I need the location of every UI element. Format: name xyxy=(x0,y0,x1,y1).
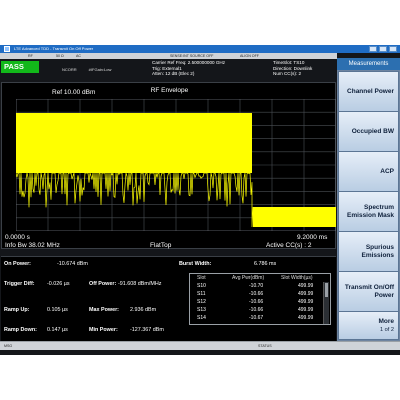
col-slot: Slot xyxy=(197,275,206,281)
spurious-emissions-softkey[interactable]: Spurious Emissions xyxy=(338,231,399,272)
min-power-value: -127.367 dBm xyxy=(130,327,164,333)
timeslot-info: TimeSlot: TS10 Direction: Downlink Num C… xyxy=(273,60,312,77)
acp-softkey[interactable]: ACP xyxy=(338,151,399,192)
trigger-diff-label: Trigger Diff: xyxy=(4,281,35,287)
maximize-icon[interactable] xyxy=(379,46,387,52)
status-impedance: 50 Ω xyxy=(56,54,64,58)
close-icon[interactable] xyxy=(389,46,397,52)
col-avg-pwr: Avg Pwr(dBm) xyxy=(232,275,265,281)
status-coupling: AC xyxy=(76,54,81,58)
input-status-line: RF 50 Ω AC SENSE:INT SOURCE OFF ALIGN OF… xyxy=(0,53,337,59)
channel-power-softkey[interactable]: Channel Power xyxy=(338,71,399,112)
spectrum-emission-mask-softkey[interactable]: Spectrum Emission Mask xyxy=(338,191,399,232)
ramp-down-value: 0.147 µs xyxy=(47,327,68,333)
status-label: STATUS xyxy=(258,344,272,348)
more-softkey[interactable]: More 1 of 2 xyxy=(338,311,399,340)
window-title: LTE Advanced TDD - Transmit On Off Power xyxy=(14,46,94,51)
minimize-icon[interactable] xyxy=(369,46,377,52)
table-row: S14 -10.67 499.99 xyxy=(197,315,314,321)
ifgain-label: #IFGain:Low xyxy=(88,67,112,72)
trigger-diff-value: -0.026 µs xyxy=(47,281,70,287)
num-cc-label: Num CC(s): 2 xyxy=(273,71,302,77)
off-power-label: Off Power: xyxy=(89,281,117,287)
settings-annotations: NCORR #IFGain:Low xyxy=(62,67,111,72)
burst-width-value: 6.786 ms xyxy=(254,261,277,267)
table-row: S13 -10.66 499.99 xyxy=(197,307,314,313)
results-panel: On Power: -10.674 dBm Burst Width: 6.786… xyxy=(1,256,336,341)
ramp-up-label: Ramp Up: xyxy=(4,307,30,313)
rf-envelope-panel[interactable]: RF Envelope Ref 10.00 dBm 0.0000 s 9.200… xyxy=(1,82,336,249)
on-power-result: On Power: xyxy=(4,261,31,267)
transmit-on-off-power-softkey[interactable]: Transmit On/Off Power xyxy=(338,271,399,312)
softkey-panel: Measurements Channel Power Occupied BW A… xyxy=(337,58,400,341)
burst-width-result: Burst Width: xyxy=(179,261,212,267)
max-power-label: Max Power: xyxy=(89,307,119,313)
slot-table-header: Slot Avg Pwr(dBm) Slot Width(µs) xyxy=(190,275,332,282)
col-slot-width: Slot Width(µs) xyxy=(281,275,313,281)
table-row: S12 -10.66 499.99 xyxy=(197,299,314,305)
carrier-ref-freq: Carrier Ref Freq: 2.500000000 GHz xyxy=(152,60,226,65)
rf-envelope-plot xyxy=(16,99,336,231)
ramp-up-value: 0.105 µs xyxy=(47,307,68,313)
occupied-bw-softkey[interactable]: Occupied BW xyxy=(338,111,399,152)
slot-table-scrollbar[interactable] xyxy=(323,282,329,324)
softkey-menu-title: Measurements xyxy=(337,58,400,70)
pass-indicator: PASS xyxy=(1,61,39,73)
on-power-band xyxy=(16,113,252,173)
attenuation: Atten: 12 dB (Elec 2) xyxy=(152,71,195,77)
slot-table[interactable]: Slot Avg Pwr(dBm) Slot Width(µs) S10 -10.… xyxy=(189,273,331,325)
window-type: FlatTop xyxy=(150,242,172,249)
scrollbar-thumb[interactable] xyxy=(325,283,328,297)
on-power-value: -10.674 dBm xyxy=(57,261,88,267)
ncorr-label: NCORR xyxy=(62,67,77,72)
bottom-status-bar: MSG STATUS xyxy=(0,341,400,350)
info-bandwidth: Info Bw 38.02 MHz xyxy=(5,242,60,249)
carrier-info: Carrier Ref Freq: 2.500000000 GHz Trig: … xyxy=(152,60,225,77)
status-rf: RF xyxy=(28,54,33,58)
max-power-value: 2.936 dBm xyxy=(130,307,157,313)
analyzer-screen: LTE Advanced TDD - Transmit On Off Power… xyxy=(0,45,400,355)
app-icon xyxy=(4,46,10,52)
status-sense: SENSE:INT SOURCE OFF xyxy=(170,54,214,58)
status-align: ALIGN OFF xyxy=(240,54,259,58)
table-row: S10 -10.70 499.99 xyxy=(197,283,314,289)
x-axis-start: 0.0000 s xyxy=(5,234,30,241)
x-axis-stop: 9.2000 ms xyxy=(297,234,328,241)
table-row: S11 -10.66 499.99 xyxy=(197,291,314,297)
window-controls xyxy=(369,46,397,52)
active-cc-label: Active CC(s) : 2 xyxy=(266,242,312,249)
ramp-down-label: Ramp Down: xyxy=(4,327,37,333)
off-power-value: -91.608 dBm/MHz xyxy=(118,281,162,287)
ref-level-label: Ref 10.00 dBm xyxy=(52,89,96,96)
min-power-label: Min Power: xyxy=(89,327,118,333)
window-titlebar: LTE Advanced TDD - Transmit On Off Power xyxy=(0,45,400,53)
msg-label: MSG xyxy=(4,344,13,348)
off-power-band xyxy=(253,207,336,227)
rf-envelope-trace xyxy=(16,171,254,228)
